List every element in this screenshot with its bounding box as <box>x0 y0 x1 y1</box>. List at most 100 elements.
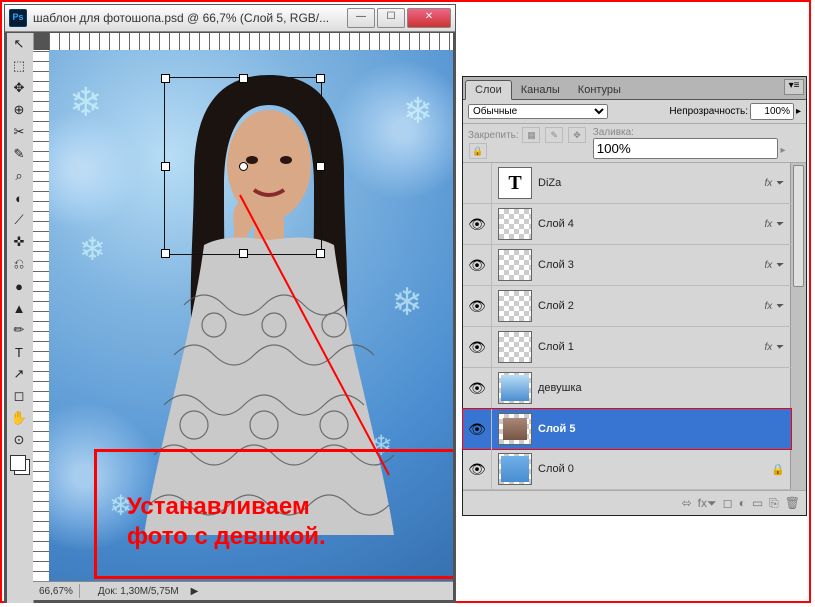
layer-name[interactable]: Слой 2 <box>538 300 764 312</box>
delete-layer-icon[interactable]: 🗑 <box>785 496 800 510</box>
tool-item[interactable]: ⊕ <box>7 99 31 121</box>
layer-thumbnail[interactable] <box>498 413 532 445</box>
layer-thumbnail[interactable]: T <box>498 167 532 199</box>
tool-item[interactable]: ✏ <box>7 319 31 341</box>
layer-group-icon[interactable]: ▭ <box>752 496 763 510</box>
visibility-toggle[interactable]: 👁 <box>463 368 492 408</box>
tool-item[interactable]: ✎ <box>7 143 31 165</box>
layer-name[interactable]: Слой 5 <box>538 423 791 435</box>
callout-text: Устанавливаем фото с девшкой. <box>127 492 326 552</box>
status-arrow-icon[interactable]: ▶ <box>185 586 205 597</box>
tool-item[interactable]: ↗ <box>7 363 31 385</box>
link-layers-icon[interactable]: ⬄ <box>682 496 692 510</box>
snowflake-icon: ❄ <box>69 80 103 126</box>
canvas-area[interactable]: ❄ ❄ ❄ ❄ ❄ ❄ <box>49 50 453 582</box>
layer-name[interactable]: Слой 4 <box>538 218 764 230</box>
tool-item[interactable]: ✂ <box>7 121 31 143</box>
transform-handle[interactable] <box>161 162 170 171</box>
tab-layers[interactable]: Слои <box>465 80 512 100</box>
layer-row[interactable]: 👁 Слой 4fx ⏷ <box>463 204 791 245</box>
tool-item[interactable]: ▲ <box>7 297 31 319</box>
layer-thumbnail[interactable] <box>498 290 532 322</box>
panel-menu-icon[interactable]: ▾≡ <box>784 79 804 95</box>
scrollbar[interactable] <box>790 163 806 490</box>
callout-line1: Устанавливаем <box>127 492 326 522</box>
layer-thumbnail[interactable] <box>498 372 532 404</box>
tool-item[interactable]: ⎌ <box>7 253 31 275</box>
foreground-swatch[interactable] <box>10 455 26 471</box>
transform-handle[interactable] <box>161 74 170 83</box>
minimize-button[interactable]: — <box>347 8 375 28</box>
layer-row[interactable]: 👁 Слой 5 <box>462 408 792 450</box>
status-zoom[interactable]: 66,67% <box>33 586 79 597</box>
layer-fx-badge[interactable]: fx ⏷ <box>764 260 791 271</box>
tool-item[interactable]: ● <box>7 275 31 297</box>
layer-thumbnail[interactable] <box>498 453 532 485</box>
fill-input[interactable] <box>593 138 778 159</box>
opacity-flyout-icon[interactable]: ▸ <box>796 106 801 117</box>
lock-transparency-icon[interactable]: ▦ <box>522 127 540 143</box>
visibility-toggle[interactable] <box>463 163 492 203</box>
layer-name[interactable]: Слой 1 <box>538 341 764 353</box>
lock-pixels-icon[interactable]: ✎ <box>545 127 563 143</box>
tool-item[interactable]: ✥ <box>7 77 31 99</box>
visibility-toggle[interactable]: 👁 <box>463 327 492 367</box>
transform-center[interactable] <box>239 162 248 171</box>
tool-item[interactable]: ◻ <box>7 385 31 407</box>
tool-item[interactable]: ⊙ <box>7 429 31 451</box>
panel-tabs: Слои Каналы Контуры ▾≡ <box>463 77 806 100</box>
tool-item[interactable]: ⟋ <box>7 209 31 231</box>
transform-handle[interactable] <box>316 249 325 258</box>
layer-thumbnail[interactable] <box>498 331 532 363</box>
transform-box[interactable] <box>164 77 322 255</box>
tool-item[interactable]: ✋ <box>7 407 31 429</box>
layer-fx-badge[interactable]: fx ⏷ <box>764 219 791 230</box>
transform-handle[interactable] <box>316 74 325 83</box>
visibility-toggle[interactable]: 👁 <box>463 245 492 285</box>
layer-name[interactable]: Слой 0 <box>538 463 771 475</box>
tool-item[interactable]: ✜ <box>7 231 31 253</box>
tool-item[interactable]: ↖ <box>7 33 31 55</box>
scrollbar-thumb[interactable] <box>793 165 804 287</box>
lock-all-icon[interactable]: 🔒 <box>469 143 487 159</box>
layer-row[interactable]: 👁 Слой 2fx ⏷ <box>463 286 791 327</box>
visibility-toggle[interactable]: 👁 <box>463 204 492 244</box>
layer-row[interactable]: 👁 Слой 3fx ⏷ <box>463 245 791 286</box>
tool-item[interactable]: ⌕ <box>7 165 31 187</box>
layer-fx-badge[interactable]: fx ⏷ <box>764 178 791 189</box>
transform-handle[interactable] <box>161 249 170 258</box>
tool-item[interactable]: ◐ <box>7 187 31 209</box>
layer-name[interactable]: девушка <box>538 382 791 394</box>
layer-row[interactable]: T DiZafx ⏷ <box>463 163 791 204</box>
layer-fx-badge[interactable]: fx ⏷ <box>764 301 791 312</box>
tab-paths[interactable]: Контуры <box>569 81 630 99</box>
lock-position-icon[interactable]: ✥ <box>568 127 586 143</box>
tool-item[interactable]: ⬚ <box>7 55 31 77</box>
transform-handle[interactable] <box>316 162 325 171</box>
layer-row[interactable]: 👁 девушка <box>463 368 791 409</box>
visibility-toggle[interactable]: 👁 <box>463 409 492 449</box>
layer-row[interactable]: 👁Слой 0🔒 <box>463 449 791 490</box>
tool-item[interactable]: T <box>7 341 31 363</box>
layer-row[interactable]: 👁 Слой 1fx ⏷ <box>463 327 791 368</box>
layer-fx-badge[interactable]: fx ⏷ <box>764 342 791 353</box>
opacity-input[interactable] <box>750 103 794 120</box>
layer-name[interactable]: DiZa <box>538 177 764 189</box>
transform-handle[interactable] <box>239 249 248 258</box>
layer-name[interactable]: Слой 3 <box>538 259 764 271</box>
adjustment-layer-icon[interactable]: ◐ <box>739 496 746 510</box>
tab-channels[interactable]: Каналы <box>512 81 569 99</box>
maximize-button[interactable]: ☐ <box>377 8 405 28</box>
color-swatches[interactable] <box>10 455 30 475</box>
fill-flyout-icon[interactable]: ▸ <box>780 145 785 156</box>
new-layer-icon[interactable]: ⎘ <box>769 496 779 511</box>
layer-thumbnail[interactable] <box>498 208 532 240</box>
layer-fx-icon[interactable]: fx⏷ <box>698 496 717 511</box>
layer-mask-icon[interactable]: ◻ <box>723 496 733 510</box>
visibility-toggle[interactable]: 👁 <box>463 449 492 489</box>
close-button[interactable]: ✕ <box>407 8 451 28</box>
transform-handle[interactable] <box>239 74 248 83</box>
layer-thumbnail[interactable] <box>498 249 532 281</box>
blend-mode-select[interactable]: Обычные <box>468 104 608 119</box>
visibility-toggle[interactable]: 👁 <box>463 286 492 326</box>
